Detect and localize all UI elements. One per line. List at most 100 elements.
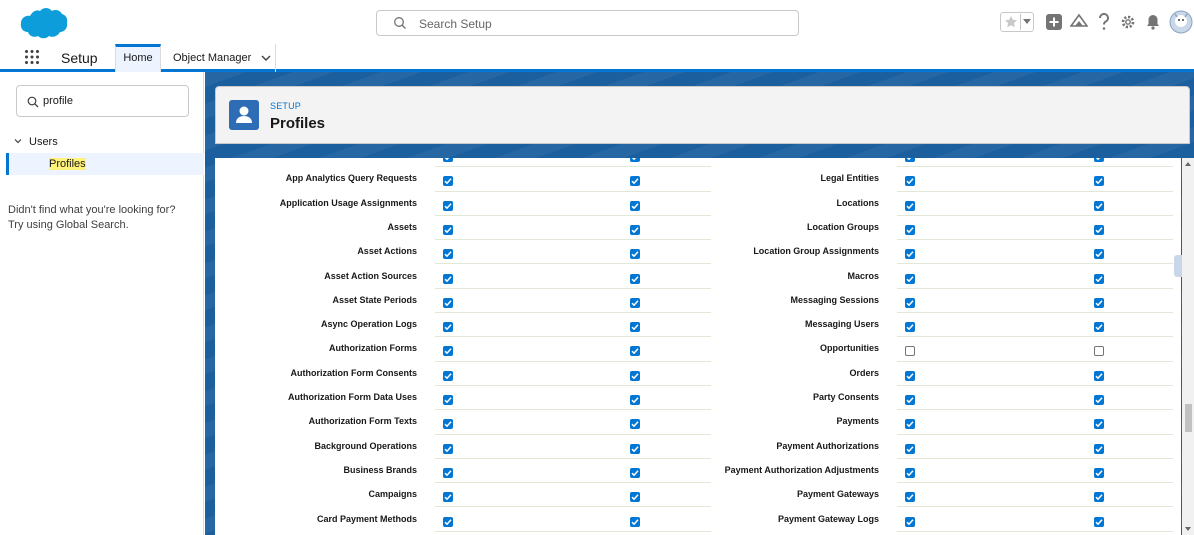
right-create-checkbox[interactable] bbox=[1094, 467, 1104, 478]
right-read-checkbox[interactable] bbox=[905, 224, 915, 235]
left-create-checkbox[interactable] bbox=[630, 200, 640, 211]
object-label: Location Groups bbox=[807, 221, 879, 232]
tab-home[interactable]: Home bbox=[115, 44, 161, 72]
app-launcher-icon[interactable] bbox=[24, 49, 40, 65]
quick-find-input[interactable]: profile bbox=[16, 85, 189, 117]
sidebar-item-label: Profiles bbox=[49, 158, 86, 170]
right-create-checkbox[interactable] bbox=[1094, 273, 1104, 284]
table-row: Async Operation Logs Messaging Users bbox=[215, 313, 1181, 338]
right-read-checkbox[interactable] bbox=[905, 200, 915, 211]
notifications-button[interactable] bbox=[1143, 8, 1163, 36]
right-create-checkbox[interactable] bbox=[1094, 346, 1104, 357]
right-create-checkbox[interactable] bbox=[1094, 370, 1104, 381]
scroll-up-arrow[interactable] bbox=[1185, 162, 1191, 166]
left-create-checkbox[interactable] bbox=[630, 467, 640, 478]
left-create-checkbox[interactable] bbox=[630, 224, 640, 235]
global-actions-button[interactable] bbox=[1044, 8, 1064, 36]
left-create-checkbox[interactable] bbox=[630, 346, 640, 357]
left-create-checkbox[interactable] bbox=[630, 297, 640, 308]
right-read-checkbox[interactable] bbox=[905, 346, 915, 357]
left-read-checkbox[interactable] bbox=[443, 224, 453, 235]
left-create-checkbox[interactable] bbox=[630, 370, 640, 381]
left-create-checkbox[interactable] bbox=[630, 395, 640, 405]
object-label: Party Consents bbox=[812, 392, 879, 402]
chevron-down-icon[interactable] bbox=[261, 55, 271, 61]
right-read-checkbox[interactable] bbox=[905, 419, 915, 430]
right-create-checkbox[interactable] bbox=[1094, 158, 1104, 162]
right-read-checkbox[interactable] bbox=[905, 273, 915, 284]
setup-gear-button[interactable] bbox=[1118, 8, 1138, 36]
object-label: Authorization Forms bbox=[329, 343, 417, 354]
left-read-checkbox[interactable] bbox=[443, 346, 453, 357]
left-read-checkbox[interactable] bbox=[443, 467, 453, 478]
left-read-checkbox[interactable] bbox=[443, 176, 453, 187]
object-label: Location Group Assignments bbox=[753, 246, 879, 257]
chevron-down-icon[interactable] bbox=[1023, 19, 1031, 25]
left-create-checkbox[interactable] bbox=[630, 176, 640, 187]
scroll-thumb[interactable] bbox=[1185, 404, 1192, 432]
setup-sidebar: profile Users Profiles Didn't find what … bbox=[0, 72, 204, 535]
left-create-checkbox[interactable] bbox=[630, 516, 640, 527]
left-read-checkbox[interactable] bbox=[443, 516, 453, 527]
help-button[interactable] bbox=[1096, 8, 1112, 36]
object-label: Asset State Periods bbox=[332, 294, 417, 305]
right-read-checkbox[interactable] bbox=[905, 492, 915, 503]
tab-object-manager[interactable]: Object Manager bbox=[166, 44, 276, 72]
table-row: App Analytics Query Requests Legal Entiti… bbox=[215, 167, 1181, 192]
left-create-checkbox[interactable] bbox=[630, 492, 640, 503]
right-create-checkbox[interactable] bbox=[1094, 443, 1104, 454]
right-create-checkbox[interactable] bbox=[1094, 297, 1104, 308]
left-create-checkbox[interactable] bbox=[630, 249, 640, 260]
scroll-down-arrow[interactable] bbox=[1185, 527, 1191, 531]
left-read-checkbox[interactable] bbox=[443, 200, 453, 211]
right-read-checkbox[interactable] bbox=[905, 297, 915, 308]
right-read-checkbox[interactable] bbox=[905, 443, 915, 454]
object-label: Background Operations bbox=[314, 440, 417, 451]
right-create-checkbox[interactable] bbox=[1094, 516, 1104, 527]
left-read-checkbox[interactable] bbox=[443, 273, 453, 284]
left-create-checkbox[interactable] bbox=[630, 443, 640, 454]
tree-group-users[interactable]: Users bbox=[14, 136, 58, 148]
right-read-checkbox[interactable] bbox=[905, 158, 915, 162]
left-read-checkbox[interactable] bbox=[443, 370, 453, 381]
user-avatar[interactable] bbox=[1168, 8, 1194, 36]
right-read-checkbox[interactable] bbox=[905, 395, 915, 405]
left-read-checkbox[interactable] bbox=[443, 297, 453, 308]
chevron-down-icon[interactable] bbox=[14, 137, 22, 145]
salesforce-logo[interactable] bbox=[20, 7, 68, 39]
left-read-checkbox[interactable] bbox=[443, 395, 453, 405]
vertical-scrollbar[interactable] bbox=[1182, 158, 1194, 535]
object-label: Payment Authorizations bbox=[776, 440, 879, 451]
right-read-checkbox[interactable] bbox=[905, 370, 915, 381]
left-read-checkbox[interactable] bbox=[443, 322, 453, 333]
right-create-checkbox[interactable] bbox=[1094, 322, 1104, 333]
sidebar-item-profiles[interactable]: Profiles bbox=[6, 153, 204, 175]
right-read-checkbox[interactable] bbox=[905, 467, 915, 478]
right-read-checkbox[interactable] bbox=[905, 322, 915, 333]
breadcrumb[interactable]: SETUP bbox=[270, 101, 301, 111]
right-create-checkbox[interactable] bbox=[1094, 224, 1104, 235]
trailhead-button[interactable] bbox=[1069, 8, 1089, 36]
right-create-checkbox[interactable] bbox=[1094, 249, 1104, 260]
table-row: Authorization Form Consents Orders bbox=[215, 362, 1181, 386]
left-create-checkbox[interactable] bbox=[630, 322, 640, 333]
left-create-checkbox[interactable] bbox=[630, 158, 640, 162]
right-create-checkbox[interactable] bbox=[1094, 176, 1104, 187]
favorites-button[interactable] bbox=[1000, 8, 1034, 36]
left-read-checkbox[interactable] bbox=[443, 492, 453, 503]
right-create-checkbox[interactable] bbox=[1094, 492, 1104, 503]
left-read-checkbox[interactable] bbox=[443, 249, 453, 260]
right-read-checkbox[interactable] bbox=[905, 176, 915, 187]
left-read-checkbox[interactable] bbox=[443, 419, 453, 430]
left-read-checkbox[interactable] bbox=[443, 443, 453, 454]
right-create-checkbox[interactable] bbox=[1094, 395, 1104, 405]
left-read-checkbox[interactable] bbox=[443, 158, 453, 162]
left-create-checkbox[interactable] bbox=[630, 419, 640, 430]
object-label: Legal Entities bbox=[820, 173, 879, 184]
global-search-input[interactable]: Search Setup bbox=[376, 10, 799, 36]
right-read-checkbox[interactable] bbox=[905, 516, 915, 527]
right-create-checkbox[interactable] bbox=[1094, 200, 1104, 211]
right-read-checkbox[interactable] bbox=[905, 249, 915, 260]
right-create-checkbox[interactable] bbox=[1094, 419, 1104, 430]
left-create-checkbox[interactable] bbox=[630, 273, 640, 284]
